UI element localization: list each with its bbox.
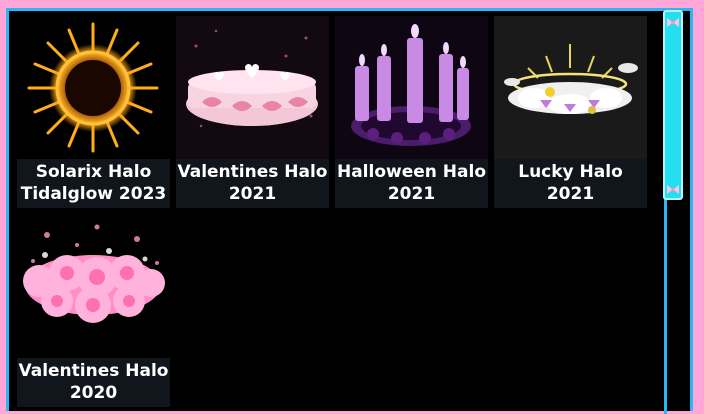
lucky-halo-image <box>494 16 647 159</box>
item-card-halloween-halo[interactable]: Halloween Halo 2021 <box>335 16 488 208</box>
item-label: Lucky Halo 2021 <box>494 159 647 208</box>
item-card-valentines-halo-2020[interactable]: Valentines Halo 2020 <box>17 215 170 407</box>
item-card-lucky-halo[interactable]: Lucky Halo 2021 <box>494 16 647 208</box>
bow-icon <box>667 18 679 27</box>
valentines-halo-2020-image <box>17 215 170 358</box>
item-grid: Solarix Halo Tidalglow 2023 Valentines H… <box>17 16 667 414</box>
item-label: Valentines Halo 2020 <box>17 358 170 407</box>
item-label: Halloween Halo 2021 <box>335 159 488 208</box>
inventory-panel: Solarix Halo Tidalglow 2023 Valentines H… <box>6 8 693 414</box>
item-card-solarix-halo[interactable]: Solarix Halo Tidalglow 2023 <box>17 16 170 208</box>
halloween-halo-image <box>335 16 488 159</box>
solarix-halo-image <box>17 16 170 159</box>
item-card-valentines-halo-2021[interactable]: Valentines Halo 2021 <box>176 16 329 208</box>
item-label: Solarix Halo Tidalglow 2023 <box>17 159 170 208</box>
item-label: Valentines Halo 2021 <box>176 159 329 208</box>
valentines-halo-2021-image <box>176 16 329 159</box>
scrollbar-thumb[interactable] <box>663 10 683 200</box>
bow-icon <box>667 185 679 194</box>
